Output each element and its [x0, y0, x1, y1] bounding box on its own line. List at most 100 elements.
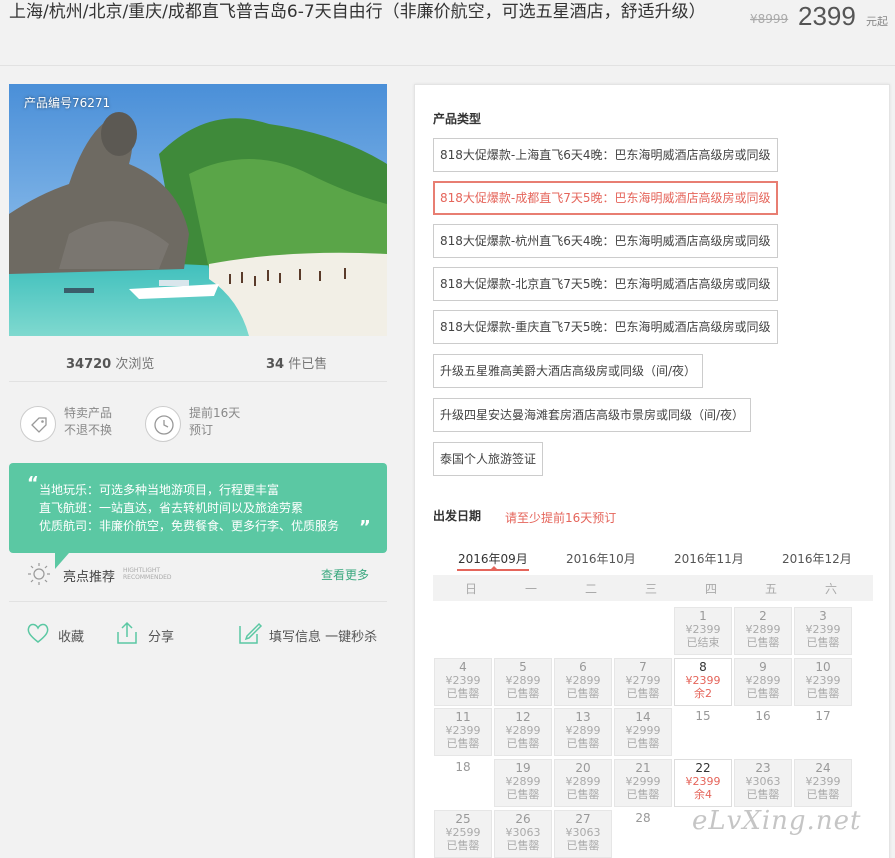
weekday: 日	[464, 582, 477, 596]
calendar-day: 12 ¥2899 已售罄	[494, 708, 552, 756]
tab-month[interactable]: 2016年12月	[782, 550, 852, 567]
calendar-day-status: 已售罄	[806, 687, 840, 700]
calendar-day-price: ¥2899	[565, 674, 601, 687]
calendar-day-number: 14	[635, 710, 651, 724]
calendar-day-status: 已售罄	[806, 636, 840, 649]
calendar-day-status: 已售罄	[566, 737, 600, 750]
calendar-day-price: ¥3063	[505, 826, 541, 839]
favorite-label: 收藏	[58, 630, 85, 645]
action-bar: 收藏 分享 填写信息 一键秒杀	[9, 612, 387, 652]
calendar-day-number: 6	[579, 660, 587, 674]
calendar-day: 13 ¥2899 已售罄	[554, 708, 612, 756]
page-header: 上海/杭州/北京/重庆/成都直飞普吉岛6-7天自由行（非廉价航空，可选五星酒店，…	[0, 0, 895, 66]
tab-month[interactable]: 2016年09月	[458, 550, 528, 567]
recommend-bar: 亮点推荐 HIGHTLIGHT RECOMMENDED 查看更多	[9, 558, 387, 602]
calendar-day-price: ¥2399	[685, 623, 721, 636]
product-option[interactable]: 818大促爆款-重庆直飞7天5晚：巴东海明威酒店高级房或同级	[433, 310, 778, 344]
calendar-day: 17	[794, 708, 852, 756]
departure-label: 出发日期	[433, 509, 482, 523]
calendar-day: 21 ¥2999 已售罄	[614, 759, 672, 807]
departure-hint: 请至少提前16天预订	[505, 511, 617, 525]
weekday-header: 日 一 二 三 四 五 六	[433, 575, 873, 601]
calendar-day: 5 ¥2899 已售罄	[494, 658, 552, 706]
product-option[interactable]: 818大促爆款-上海直飞6天4晚：巴东海明威酒店高级房或同级	[433, 138, 778, 172]
calendar-day-number: 15	[695, 709, 711, 723]
highlight-bubble: “ 当地玩乐：可选多种当地游项目，行程更丰富 直飞航班：一站直达，省去转机时间以…	[9, 463, 387, 553]
sold-stat: 34 件已售	[266, 353, 327, 372]
current-price: 2399	[798, 1, 856, 31]
highlight-item: 直飞航班：一站直达，省去转机时间以及旅途劳累	[39, 501, 304, 515]
calendar-day-number: 8	[699, 660, 707, 674]
product-type-label: 产品类型	[433, 112, 482, 126]
stats-bar: 34720 次浏览 34 件已售	[9, 336, 387, 382]
calendar-day: 16	[734, 708, 792, 756]
product-option[interactable]: 818大促爆款-北京直飞7天5晚：巴东海明威酒店高级房或同级	[433, 267, 778, 301]
fill-info-label: 填写信息 一键秒杀	[269, 630, 378, 645]
calendar-day[interactable]: 22 ¥2399 余4	[674, 759, 732, 807]
calendar-day: 14 ¥2999 已售罄	[614, 708, 672, 756]
calendar-day-number: 12	[515, 710, 531, 724]
calendar-day-price: ¥2399	[805, 674, 841, 687]
calendar-day-status: 已售罄	[746, 687, 780, 700]
calendar-day-status: 余4	[694, 788, 712, 801]
product-option[interactable]: 升级五星雅高美爵大酒店高级房或同级（间/夜）	[433, 354, 704, 388]
views-stat: 34720 次浏览	[66, 353, 154, 372]
calendar-day: 1 ¥2399 已结束	[674, 607, 732, 655]
calendar-day: 4 ¥2399 已售罄	[434, 658, 492, 706]
calendar-day-status: 已售罄	[506, 737, 540, 750]
product-option-selected[interactable]: 818大促爆款-成都直飞7天5晚：巴东海明威酒店高级房或同级	[433, 181, 778, 215]
feature-special-line1: 特卖产品	[64, 406, 113, 420]
calendar-day-status: 已结束	[686, 636, 720, 649]
product-option[interactable]: 升级四星安达曼海滩套房酒店高级市景房或同级（间/夜）	[433, 398, 752, 432]
calendar-day-number: 4	[459, 660, 467, 674]
calendar-day-price: ¥2399	[805, 775, 841, 788]
calendar-day: 20 ¥2899 已售罄	[554, 759, 612, 807]
calendar-day-status: 已售罄	[566, 788, 600, 801]
tab-month[interactable]: 2016年11月	[674, 550, 744, 567]
calendar-day: 7 ¥2799 已售罄	[614, 658, 672, 706]
feature-advance-line2: 预订	[189, 423, 214, 437]
calendar-day-price: ¥2899	[505, 775, 541, 788]
calendar-day: 10 ¥2399 已售罄	[794, 658, 852, 706]
calendar-day: 15	[674, 708, 732, 756]
fill-info-button[interactable]: 填写信息 一键秒杀	[237, 620, 387, 646]
product-code: 产品编号76271	[24, 96, 111, 110]
calendar-day-number: 2	[759, 609, 767, 623]
weekday: 二	[584, 582, 597, 596]
calendar-day-status: 已售罄	[446, 839, 480, 852]
heart-icon	[27, 623, 49, 643]
recommend-subtitle-line1: HIGHTLIGHT	[123, 567, 161, 574]
open-quote-icon: “	[27, 473, 39, 494]
calendar-day-price: ¥2399	[805, 623, 841, 636]
calendar-day: 2 ¥2899 已售罄	[734, 607, 792, 655]
product-option[interactable]: 泰国个人旅游签证	[433, 442, 544, 476]
calendar-day-status: 已售罄	[506, 788, 540, 801]
recommend-title: 亮点推荐	[63, 570, 116, 585]
calendar-day-status: 已售罄	[446, 737, 480, 750]
share-button[interactable]: 分享	[115, 620, 185, 646]
calendar-day-price: ¥2899	[745, 674, 781, 687]
calendar-day-number: 26	[515, 812, 531, 826]
favorite-button[interactable]: 收藏	[25, 620, 95, 646]
calendar-day[interactable]: 8 ¥2399 余2	[674, 658, 732, 706]
active-month-caret	[490, 566, 498, 570]
view-more-link[interactable]: 查看更多	[321, 566, 369, 583]
feature-special: 特卖产品 不退不换	[64, 405, 112, 439]
calendar-day: 26 ¥3063 已售罄	[494, 810, 552, 858]
calendar-day: 25 ¥2599 已售罄	[434, 810, 492, 858]
calendar-day-price: ¥2899	[565, 775, 601, 788]
calendar-day-status: 已售罄	[806, 788, 840, 801]
calendar-day-price: ¥2999	[625, 724, 661, 737]
calendar-day: 9 ¥2899 已售罄	[734, 658, 792, 706]
calendar-day-price: ¥2899	[745, 623, 781, 636]
tab-month[interactable]: 2016年10月	[566, 550, 636, 567]
calendar-day-price: ¥2399	[685, 674, 721, 687]
clock-icon	[145, 406, 181, 442]
product-option[interactable]: 818大促爆款-杭州直飞6天4晚：巴东海明威酒店高级房或同级	[433, 224, 778, 258]
calendar-day-status: 已售罄	[746, 788, 780, 801]
calendar-day-status: 已售罄	[746, 636, 780, 649]
calendar-day-price: ¥3063	[745, 775, 781, 788]
highlight-item: 优质航司：非廉价航空，免费餐食、更多行李、优质服务	[39, 519, 340, 533]
calendar-day: 6 ¥2899 已售罄	[554, 658, 612, 706]
watermark: eLvXing.net	[692, 806, 862, 836]
